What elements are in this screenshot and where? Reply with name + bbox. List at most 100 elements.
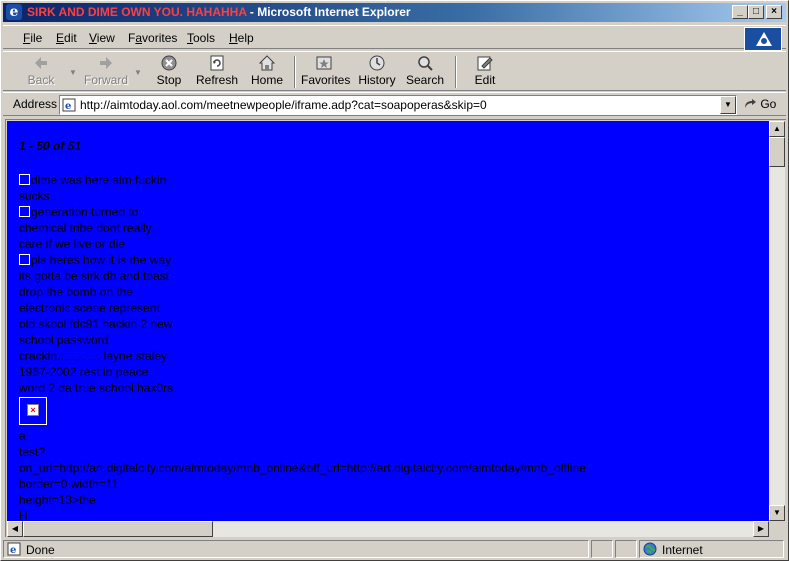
menu-bar: File Edit View Favorites Tools Help <box>3 25 786 51</box>
vertical-scrollbar[interactable]: ▲ ▼ <box>769 121 785 521</box>
broken-image-icon[interactable]: × <box>19 397 47 425</box>
refresh-icon <box>210 55 224 71</box>
toolbar-separator <box>455 56 457 88</box>
stop-icon <box>161 55 177 71</box>
menu-tools[interactable]: Tools <box>187 31 215 45</box>
scroll-left-button[interactable]: ◀ <box>7 521 23 537</box>
globe-icon <box>643 542 657 556</box>
maximize-button[interactable]: □ <box>748 5 764 19</box>
back-dropdown-icon[interactable]: ▼ <box>69 68 77 77</box>
go-label: Go <box>760 97 777 111</box>
history-button[interactable]: History <box>357 54 397 90</box>
menu-edit[interactable]: Edit <box>56 31 77 45</box>
favorites-icon <box>316 56 332 70</box>
forward-dropdown-icon[interactable]: ▼ <box>134 68 142 77</box>
list-item: test? <box>19 445 46 459</box>
close-icon: × <box>771 6 777 17</box>
list-item: word 2 da true school hax0rs <box>19 381 174 395</box>
scrollbar-corner <box>769 521 785 537</box>
list-item: generation turned to <box>19 204 138 220</box>
list-item: its gotta be sirk db and toast <box>19 269 170 283</box>
favorites-button[interactable]: Favorites <box>301 54 350 90</box>
security-zone-pane[interactable]: Internet <box>639 540 784 558</box>
scroll-right-button[interactable]: ▶ <box>753 521 769 537</box>
list-item: school password <box>19 333 109 347</box>
forward-arrow-icon <box>100 57 112 69</box>
go-arrow-icon <box>745 99 756 108</box>
chevron-down-icon: ▼ <box>724 100 732 109</box>
list-item: crackin............. layne staley <box>19 349 168 363</box>
arrow-down-icon: ▼ <box>773 508 781 517</box>
minimize-icon: _ <box>737 6 743 17</box>
content-frame: 1 - 50 of 51 dime was here aim fuckin su… <box>5 119 786 537</box>
list-item: on_url=http://art.digitalcity.com/aimtod… <box>19 461 586 475</box>
page-icon: e <box>62 98 76 112</box>
list-item: electronic scene represent <box>19 301 160 315</box>
window-title-highlight: SIRK AND DIME OWN YOU. HAHAHHA <box>27 5 247 19</box>
back-arrow-icon <box>35 57 47 69</box>
back-button[interactable]: Back <box>21 54 61 90</box>
address-bar: Address e http://aimtoday.aol.com/meetne… <box>3 92 786 116</box>
status-pane-empty <box>591 540 613 558</box>
browser-window: e SIRK AND DIME OWN YOU. HAHAHHA - Micro… <box>0 0 789 561</box>
list-item: pls heres how it is the way <box>19 252 171 268</box>
menu-file[interactable]: File <box>23 31 42 45</box>
refresh-button[interactable]: Refresh <box>195 54 239 90</box>
go-button[interactable]: Go <box>743 97 776 111</box>
window-title: SIRK AND DIME OWN YOU. HAHAHHA - Microso… <box>27 5 411 19</box>
checkbox-image-icon[interactable] <box>19 206 30 217</box>
list-item: a <box>19 429 26 443</box>
list-item: dime was here aim fuckin <box>19 172 166 188</box>
zone-label: Internet <box>662 543 703 557</box>
menu-view[interactable]: View <box>89 31 115 45</box>
search-icon <box>418 56 433 71</box>
list-item: old skool fdc91 hackin 2 new <box>19 317 173 331</box>
arrow-left-icon: ◀ <box>11 524 19 533</box>
list-item: drop the bomb on the <box>19 285 134 299</box>
address-dropdown-button[interactable]: ▼ <box>720 96 736 114</box>
status-bar: e Done Internet <box>3 539 786 559</box>
checkbox-image-icon[interactable] <box>19 254 30 265</box>
list-item: H <box>19 509 28 521</box>
address-label: Address <box>13 97 58 111</box>
arrow-right-icon: ▶ <box>757 524 765 533</box>
menu-help[interactable]: Help <box>229 31 254 45</box>
aol-triangle-icon <box>756 32 772 46</box>
history-icon <box>369 55 385 71</box>
status-text: Done <box>26 543 55 557</box>
toolbar-separator <box>294 56 296 88</box>
minimize-button[interactable]: _ <box>732 5 748 19</box>
horizontal-scrollbar[interactable]: ◀ ▶ <box>7 521 769 537</box>
scroll-down-button[interactable]: ▼ <box>769 505 785 521</box>
search-button[interactable]: Search <box>405 54 445 90</box>
horizontal-scroll-thumb[interactable] <box>23 521 213 537</box>
results-count: 1 - 50 of 51 <box>19 139 82 153</box>
list-item: 1967-2002 rest in peace <box>19 365 149 379</box>
title-bar[interactable]: e SIRK AND DIME OWN YOU. HAHAHHA - Micro… <box>3 3 786 22</box>
status-text-pane: e Done <box>3 540 589 558</box>
aol-logo <box>744 27 782 51</box>
arrow-up-icon: ▲ <box>773 124 781 133</box>
status-pane-empty <box>615 540 637 558</box>
edit-button[interactable]: Edit <box>467 54 503 90</box>
list-item: care if we live or die <box>19 237 126 251</box>
checkbox-image-icon[interactable] <box>19 174 30 185</box>
close-button[interactable]: × <box>766 5 782 19</box>
stop-button[interactable]: Stop <box>151 54 187 90</box>
svg-text:e: e <box>10 545 16 556</box>
edit-icon <box>477 56 493 71</box>
list-item: height=13>the <box>19 493 96 507</box>
ie-logo-icon: e <box>6 4 22 20</box>
list-item: chemical tribe dont really <box>19 221 152 235</box>
home-button[interactable]: Home <box>249 54 285 90</box>
page-content: 1 - 50 of 51 dime was here aim fuckin su… <box>7 121 769 521</box>
forward-button[interactable]: Forward <box>81 54 131 90</box>
scroll-up-button[interactable]: ▲ <box>769 121 785 137</box>
address-input[interactable]: e http://aimtoday.aol.com/meetnewpeople/… <box>59 95 737 115</box>
vertical-scroll-thumb[interactable] <box>769 137 785 167</box>
list-item: border=0 width=11 <box>19 477 119 491</box>
maximize-icon: □ <box>752 6 760 17</box>
list-item: sucks <box>19 189 50 203</box>
window-title-app: - Microsoft Internet Explorer <box>246 5 411 19</box>
menu-favorites[interactable]: Favorites <box>128 31 177 45</box>
